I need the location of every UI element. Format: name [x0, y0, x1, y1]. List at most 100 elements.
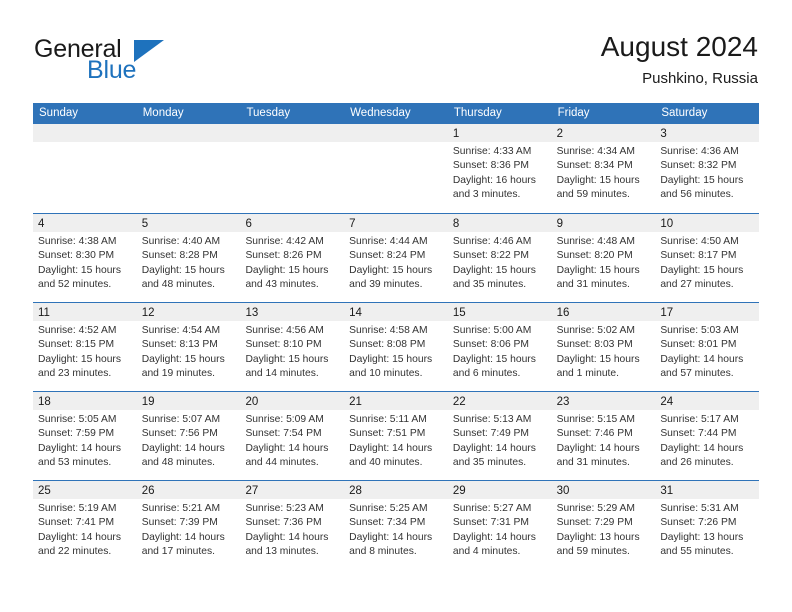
- daylight-text-line1: Daylight: 15 hours: [141, 264, 225, 276]
- day-cell-empty: [240, 124, 345, 213]
- day-cell-5[interactable]: 5 Sunrise: 4:40 AM Sunset: 8:28 PM Daylight…: [136, 214, 241, 302]
- sunset-text: Sunset: 8:10 PM: [245, 339, 322, 351]
- day-cell-1[interactable]: 1 Sunrise: 4:33 AM Sunset: 8:36 PM Daylight…: [447, 124, 552, 213]
- day-number-strip: 15: [447, 303, 552, 321]
- day-cell-25[interactable]: 25 Sunrise: 5:19 AM Sunset: 7:41 PM Dayligh…: [33, 481, 137, 569]
- day-number-strip: 4: [33, 214, 137, 232]
- daylight-text-line1: Daylight: 15 hours: [660, 174, 744, 186]
- sunrise-text: Sunrise: 4:54 AM: [141, 325, 221, 336]
- sunrise-text: Sunrise: 4:34 AM: [556, 146, 636, 157]
- day-cell-3[interactable]: 3 Sunrise: 4:36 AM Sunset: 8:32 PM Daylight…: [655, 124, 760, 213]
- day-details: Sunrise: 5:15 AM Sunset: 7:46 PM Daylight:…: [552, 410, 656, 471]
- day-cell-10[interactable]: 10 Sunrise: 4:50 AM Sunset: 8:17 PM Dayligh…: [655, 214, 760, 302]
- day-cell-12[interactable]: 12 Sunrise: 4:54 AM Sunset: 8:13 PM Dayligh…: [136, 303, 241, 391]
- day-cell-28[interactable]: 28 Sunrise: 5:25 AM Sunset: 7:34 PM Dayligh…: [344, 481, 448, 569]
- sunrise-text: Sunrise: 4:52 AM: [38, 325, 117, 336]
- sunrise-text: Sunrise: 4:38 AM: [38, 236, 117, 247]
- day-number: 14: [349, 307, 362, 319]
- day-cell-24[interactable]: 24 Sunrise: 5:17 AM Sunset: 7:44 PM Dayligh…: [655, 392, 760, 480]
- day-cell-13[interactable]: 13 Sunrise: 4:56 AM Sunset: 8:10 PM Dayligh…: [240, 303, 345, 391]
- day-number-strip: 2: [551, 124, 656, 142]
- day-cell-23[interactable]: 23 Sunrise: 5:15 AM Sunset: 7:46 PM Dayligh…: [551, 392, 656, 480]
- day-details: Sunrise: 4:46 AM Sunset: 8:22 PM Daylight:…: [448, 232, 552, 293]
- day-details: Sunrise: 5:31 AM Sunset: 7:26 PM Daylight:…: [655, 499, 759, 560]
- day-cell-18[interactable]: 18 Sunrise: 5:05 AM Sunset: 7:59 PM Dayligh…: [33, 392, 137, 480]
- day-number: 20: [245, 396, 259, 408]
- day-number: 6: [245, 218, 252, 230]
- day-cell-26[interactable]: 26 Sunrise: 5:21 AM Sunset: 7:39 PM Dayligh…: [136, 481, 241, 569]
- sunrise-text: Sunrise: 5:02 AM: [556, 325, 636, 336]
- day-number: 8: [452, 218, 460, 230]
- day-cell-27[interactable]: 27 Sunrise: 5:23 AM Sunset: 7:36 PM Dayligh…: [240, 481, 345, 569]
- day-cell-11[interactable]: 11 Sunrise: 4:52 AM Sunset: 8:15 PM Dayligh…: [33, 303, 137, 391]
- day-cell-19[interactable]: 19 Sunrise: 5:07 AM Sunset: 7:56 PM Dayligh…: [136, 392, 241, 480]
- calendar-grid: Sunday Monday Tuesday Wednesday Thursday Frid…: [33, 103, 760, 569]
- day-cell-14[interactable]: 14 Sunrise: 4:58 AM Sunset: 8:08 PM Dayligh…: [344, 303, 448, 391]
- sunrise-text: Sunrise: 5:21 AM: [141, 503, 221, 514]
- day-cell-20[interactable]: 20 Sunrise: 5:09 AM Sunset: 7:54 PM Dayligh…: [240, 392, 345, 480]
- calendar-week-row: 25 Sunrise: 5:19 AM Sunset: 7:41 PM Dayligh…: [33, 480, 760, 569]
- daylight-text-line1: Daylight: 15 hours: [349, 264, 433, 276]
- general-blue-logo[interactable]: General Blue: [34, 36, 264, 92]
- day-details: Sunrise: 4:42 AM Sunset: 8:26 PM Daylight:…: [240, 232, 344, 293]
- day-cell-4[interactable]: 4 Sunrise: 4:38 AM Sunset: 8:30 PM Daylight…: [33, 214, 137, 302]
- day-number: 31: [660, 485, 674, 497]
- day-cell-29[interactable]: 29 Sunrise: 5:27 AM Sunset: 7:31 PM Dayligh…: [447, 481, 552, 569]
- day-number: 15: [452, 307, 466, 319]
- daylight-text-line1: Daylight: 15 hours: [452, 264, 536, 276]
- sunrise-text: Sunrise: 4:58 AM: [349, 325, 428, 336]
- day-details: [344, 142, 448, 145]
- sunset-text: Sunset: 8:17 PM: [660, 250, 737, 262]
- sunset-text: Sunset: 7:49 PM: [452, 428, 530, 440]
- day-cell-30[interactable]: 30 Sunrise: 5:29 AM Sunset: 7:29 PM Dayligh…: [551, 481, 656, 569]
- day-number-strip: 19: [136, 392, 241, 410]
- daylight-text-line1: Daylight: 14 hours: [556, 442, 640, 454]
- day-cell-16[interactable]: 16 Sunrise: 5:02 AM Sunset: 8:03 PM Dayligh…: [551, 303, 656, 391]
- day-number-strip: 26: [136, 481, 241, 499]
- daylight-text-line2: and 35 minutes.: [452, 457, 527, 469]
- daylight-text-line2: and 55 minutes.: [660, 546, 734, 558]
- sunset-text: Sunset: 7:34 PM: [349, 517, 426, 529]
- day-details: Sunrise: 5:03 AM Sunset: 8:01 PM Daylight:…: [655, 321, 759, 382]
- daylight-text-line1: Daylight: 15 hours: [452, 353, 536, 365]
- daylight-text-line1: Daylight: 14 hours: [38, 531, 121, 543]
- day-number: 2: [556, 128, 563, 140]
- calendar-week-row: 11 Sunrise: 4:52 AM Sunset: 8:15 PM Dayligh…: [33, 302, 760, 391]
- page-subtitle: Pushkino, Russia: [642, 70, 758, 87]
- day-cell-22[interactable]: 22 Sunrise: 5:13 AM Sunset: 7:49 PM Dayligh…: [447, 392, 552, 480]
- sunrise-text: Sunrise: 5:07 AM: [141, 414, 221, 425]
- day-cell-empty: [344, 124, 448, 213]
- daylight-text-line1: Daylight: 14 hours: [245, 531, 329, 543]
- day-cell-17[interactable]: 17 Sunrise: 5:03 AM Sunset: 8:01 PM Dayligh…: [655, 303, 760, 391]
- sunrise-text: Sunrise: 4:48 AM: [556, 236, 636, 247]
- day-cell-7[interactable]: 7 Sunrise: 4:44 AM Sunset: 8:24 PM Daylight…: [344, 214, 448, 302]
- calendar-body: 1 Sunrise: 4:33 AM Sunset: 8:36 PM Daylight…: [33, 124, 760, 569]
- daylight-text-line2: and 23 minutes.: [38, 368, 112, 380]
- day-number-strip: 28: [344, 481, 448, 499]
- daylight-text-line2: and 44 minutes.: [245, 457, 319, 469]
- day-cell-2[interactable]: 2 Sunrise: 4:34 AM Sunset: 8:34 PM Daylight…: [551, 124, 656, 213]
- sunset-text: Sunset: 7:36 PM: [245, 517, 322, 529]
- sunrise-text: Sunrise: 5:27 AM: [452, 503, 532, 514]
- calendar-page: General Blue August 2024 Pushkino, Russi…: [0, 0, 792, 612]
- day-number: 4: [38, 218, 45, 230]
- day-number-strip: 18: [33, 392, 137, 410]
- daylight-text-line2: and 31 minutes.: [556, 279, 630, 291]
- sunset-text: Sunset: 8:34 PM: [556, 160, 633, 172]
- day-cell-9[interactable]: 9 Sunrise: 4:48 AM Sunset: 8:20 PM Daylight…: [551, 214, 656, 302]
- sunrise-text: Sunrise: 5:23 AM: [245, 503, 324, 514]
- day-cell-8[interactable]: 8 Sunrise: 4:46 AM Sunset: 8:22 PM Daylight…: [447, 214, 552, 302]
- day-number-strip: 12: [136, 303, 241, 321]
- day-cell-6[interactable]: 6 Sunrise: 4:42 AM Sunset: 8:26 PM Daylight…: [240, 214, 345, 302]
- sunset-text: Sunset: 7:31 PM: [452, 517, 530, 529]
- daylight-text-line2: and 1 minute.: [556, 368, 619, 380]
- day-cell-15[interactable]: 15 Sunrise: 5:00 AM Sunset: 8:06 PM Dayligh…: [447, 303, 552, 391]
- daylight-text-line2: and 8 minutes.: [349, 546, 417, 558]
- day-number-strip: 9: [551, 214, 656, 232]
- day-details: Sunrise: 4:36 AM Sunset: 8:32 PM Daylight:…: [655, 142, 759, 203]
- day-cell-31[interactable]: 31 Sunrise: 5:31 AM Sunset: 7:26 PM Dayligh…: [655, 481, 760, 569]
- day-number: 29: [452, 485, 466, 497]
- day-number: 18: [38, 396, 51, 408]
- day-cell-21[interactable]: 21 Sunrise: 5:11 AM Sunset: 7:51 PM Dayligh…: [344, 392, 448, 480]
- day-number-strip: 3: [655, 124, 760, 142]
